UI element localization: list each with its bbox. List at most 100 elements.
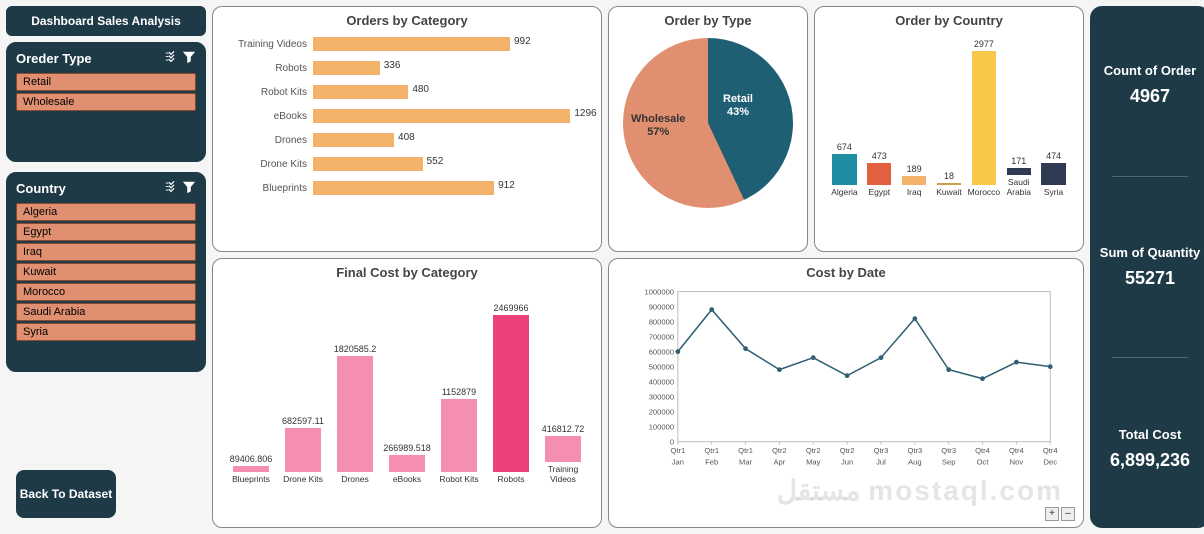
vbar-value: 266989.518 [383,443,431,453]
vbar-category: Drone Kits [283,475,323,484]
hbar-label: Drones [223,135,313,146]
slicer-country-item[interactable]: Egypt [16,223,196,241]
svg-text:400000: 400000 [649,378,674,387]
back-to-dataset-button[interactable]: Back To Dataset [16,470,116,518]
vbar-value: 2977 [974,39,994,49]
svg-text:Qtr4: Qtr4 [1043,446,1058,455]
pie-slice-retail: Retail43% [723,93,753,119]
vbar-category: Saudi Arabia [1001,178,1036,197]
vbar-category: Drones [341,475,368,484]
hbar-label: Blueprints [223,183,313,194]
svg-text:900000: 900000 [649,302,674,311]
hbar-fill [313,157,423,171]
hbar-row: Blueprints 912 [223,176,591,200]
vbar-value: 474 [1046,151,1061,161]
vbar-bar [1007,168,1031,176]
vbar-col: 89406.806Blueprints [225,454,277,484]
zoom-in-button[interactable]: + [1045,507,1059,521]
svg-text:Apr: Apr [773,458,785,467]
vbar-value: 1152879 [442,387,476,397]
kpi-sum-of-quantity: Sum of Quantity 55271 [1100,239,1200,295]
zoom-out-button[interactable]: – [1061,507,1075,521]
vbar-bar [1041,163,1065,184]
hbar-value: 912 [494,180,515,191]
slicer-country-item[interactable]: Saudi Arabia [16,303,196,321]
vbar-category: Morocco [968,188,1001,197]
hbar-value: 480 [408,84,429,95]
vbar-value: 1820585.2 [334,344,377,354]
svg-text:Aug: Aug [908,458,922,467]
svg-text:May: May [806,458,821,467]
dashboard-title: Dashboard Sales Analysis [6,6,206,36]
vbar-bar [972,51,996,185]
svg-text:Qtr1: Qtr1 [670,446,685,455]
chart-final-cost-by-category: Final Cost by Category 89406.806Blueprin… [212,258,602,528]
hbar-fill [313,109,570,123]
hbar-row: Robots336 [223,56,591,80]
vbar-value: 189 [907,164,922,174]
vbar-value: 18 [944,171,954,181]
chart-orders-by-category: Orders by Category Training Videos992Rob… [212,6,602,252]
vbar-col: 416812.72Training Videos [537,424,589,484]
svg-text:Feb: Feb [705,458,718,467]
hbar-fill [313,181,494,195]
slicer-order-type-title: Oreder Type [16,51,92,66]
slicer-order-type-item[interactable]: Wholesale [16,93,196,111]
vbar-bar [389,455,425,472]
hbar-value: 552 [423,156,444,167]
slicer-order-type-item[interactable]: Retail [16,73,196,91]
hbar-row: Drone Kits552 [223,152,591,176]
vbar-col: 2469966Robots [485,303,537,484]
svg-text:500000: 500000 [649,363,674,372]
vbar-category: Robot Kits [439,475,478,484]
vbar-bar [337,356,373,472]
hbar-row: Drones408 [223,128,591,152]
svg-text:800000: 800000 [649,317,674,326]
vbar-bar [832,154,856,184]
clear-filter-icon[interactable] [182,180,196,197]
vbar-col: 171Saudi Arabia [1001,156,1036,197]
svg-text:Qtr2: Qtr2 [772,446,787,455]
svg-text:Qtr4: Qtr4 [975,446,990,455]
chart-cost-by-date: Cost by Date 010000020000030000040000050… [608,258,1084,528]
hbar-label: Robots [223,63,313,74]
vbar-col: 474 Syria [1036,151,1071,197]
vbar-category: Syria [1044,188,1063,197]
svg-text:Qtr2: Qtr2 [840,446,855,455]
slicer-order-type: Oreder Type Retail Wholesale [6,42,206,162]
svg-text:Qtr3: Qtr3 [941,446,956,455]
svg-text:Qtr4: Qtr4 [1009,446,1024,455]
svg-text:Sep: Sep [942,458,956,467]
slicer-country-item[interactable]: Morocco [16,283,196,301]
watermark: مستقل mostaql.com [777,474,1063,507]
hbar-row: eBooks1296 [223,104,591,128]
vbar-col: 682597.11Drone Kits [277,416,329,484]
vbar-col: 1820585.2 Drones [329,344,381,484]
vbar-category: Robots [498,475,525,484]
hbar-fill [313,61,380,75]
slicer-country-item[interactable]: Syria [16,323,196,341]
svg-text:Qtr2: Qtr2 [806,446,821,455]
slicer-country-item[interactable]: Algeria [16,203,196,221]
svg-text:Qtr3: Qtr3 [907,446,922,455]
vbar-col: 1152879 Robot Kits [433,387,485,485]
vbar-value: 89406.806 [230,454,273,464]
pie-slice-wholesale: Wholesale57% [631,113,685,139]
vbar-category: Egypt [868,188,890,197]
multiselect-icon[interactable] [164,180,178,197]
multiselect-icon[interactable] [164,50,178,67]
slicer-country-item[interactable]: Kuwait [16,263,196,281]
line-chart-svg: 0100000200000300000400000500000600000700… [619,284,1073,474]
vbar-col: 189Iraq [897,164,932,197]
svg-text:Qtr3: Qtr3 [874,446,889,455]
vbar-col: 266989.518eBooks [381,443,433,484]
vbar-col: 18Kuwait [932,171,967,197]
vbar-category: Training Videos [537,465,589,484]
svg-text:1000000: 1000000 [644,287,674,296]
svg-text:Qtr1: Qtr1 [704,446,719,455]
hbar-row: Robot Kits480 [223,80,591,104]
vbar-value: 473 [872,151,887,161]
slicer-country-item[interactable]: Iraq [16,243,196,261]
clear-filter-icon[interactable] [182,50,196,67]
svg-text:Oct: Oct [977,458,990,467]
